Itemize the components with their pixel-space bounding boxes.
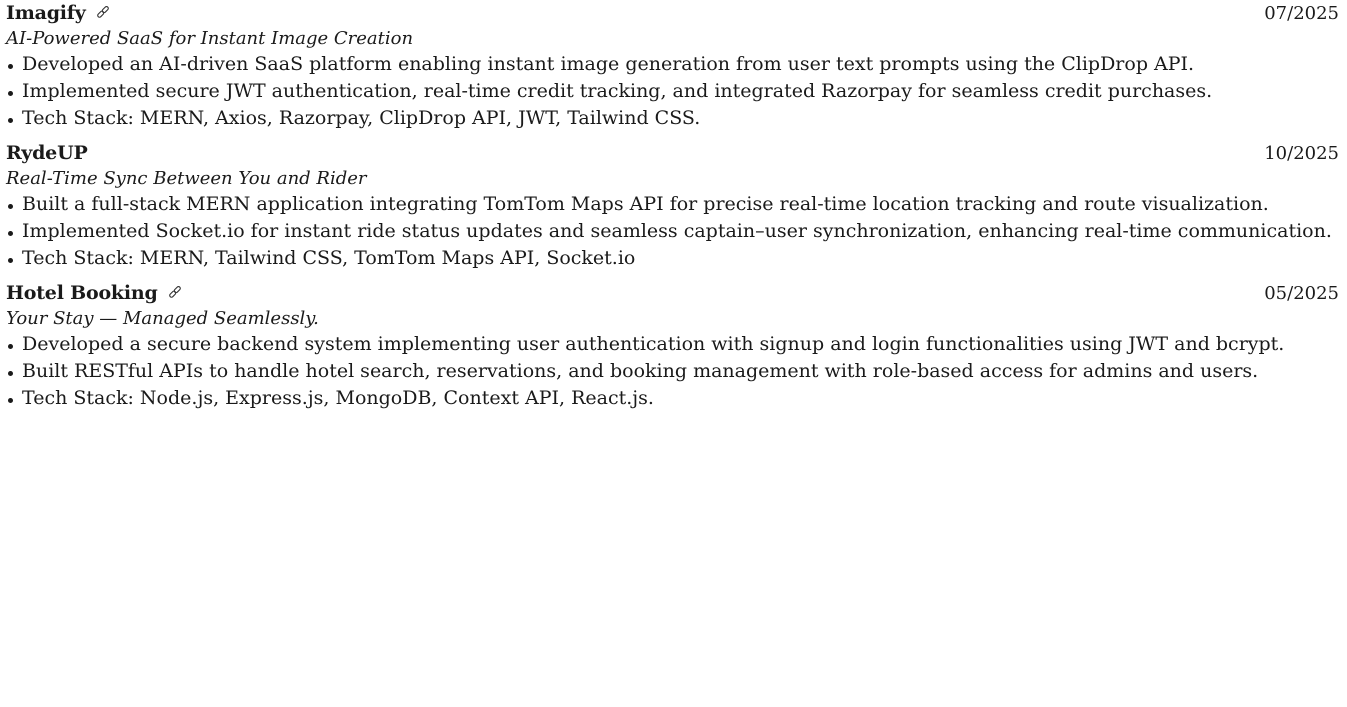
bullet-list: Developed an AI-driven SaaS platform ena… [6, 51, 1341, 132]
bullet-item: Tech Stack: MERN, Tailwind CSS, TomTom M… [6, 245, 1341, 272]
bullet-item: Tech Stack: Node.js, Express.js, MongoDB… [6, 385, 1341, 412]
project-header: Hotel Booking 05/2025 [6, 280, 1341, 307]
projects-section: Imagify 07/2025 AI-Powered SaaS for Inst… [0, 0, 1347, 707]
bullet-item: Implemented secure JWT authentication, r… [6, 78, 1341, 105]
project-hotel-booking: Hotel Booking 05/2025 Your Stay — Manage… [6, 280, 1341, 412]
project-header: RydeUP 10/2025 [6, 140, 1341, 167]
bullet-item: Developed an AI-driven SaaS platform ena… [6, 51, 1341, 78]
bullet-item: Tech Stack: MERN, Axios, Razorpay, ClipD… [6, 105, 1341, 132]
project-date: 07/2025 [1264, 3, 1339, 24]
bullet-item: Developed a secure backend system implem… [6, 331, 1341, 358]
link-icon[interactable] [96, 6, 110, 20]
project-title: Imagify [6, 2, 86, 24]
project-title: RydeUP [6, 142, 88, 164]
bullet-item: Built RESTful APIs to handle hotel searc… [6, 358, 1341, 385]
project-date: 05/2025 [1264, 283, 1339, 304]
project-rydeup: RydeUP 10/2025 Real-Time Sync Between Yo… [6, 140, 1341, 272]
project-subtitle: AI-Powered SaaS for Instant Image Creati… [6, 28, 414, 49]
project-header: Imagify 07/2025 [6, 0, 1341, 27]
project-date: 10/2025 [1264, 143, 1339, 164]
link-icon[interactable] [168, 286, 182, 300]
bullet-item: Built a full-stack MERN application inte… [6, 191, 1341, 218]
project-subtitle: Real-Time Sync Between You and Rider [6, 168, 367, 189]
project-subtitle: Your Stay — Managed Seamlessly. [6, 308, 319, 329]
bullet-list: Built a full-stack MERN application inte… [6, 191, 1341, 272]
bullet-item: Implemented Socket.io for instant ride s… [6, 218, 1341, 245]
bullet-list: Developed a secure backend system implem… [6, 331, 1341, 412]
project-imagify: Imagify 07/2025 AI-Powered SaaS for Inst… [6, 0, 1341, 132]
project-title: Hotel Booking [6, 282, 158, 304]
